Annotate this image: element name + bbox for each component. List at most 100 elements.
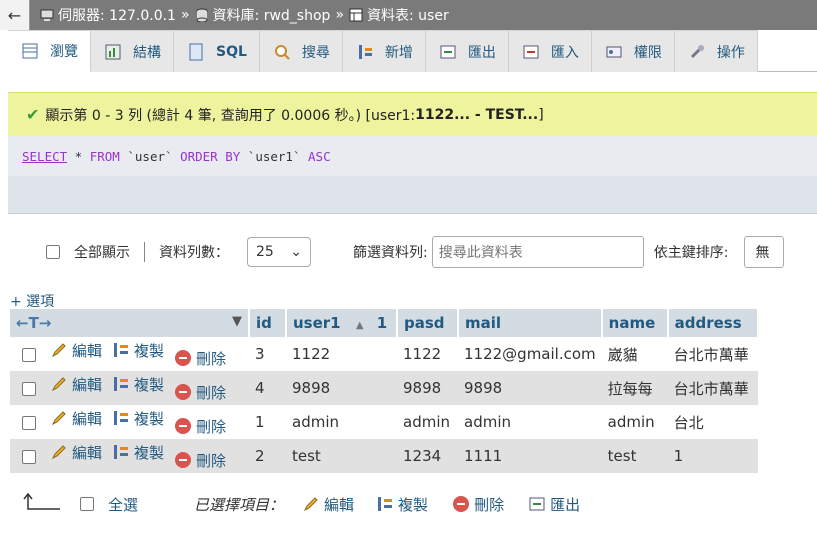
sql-select-keyword[interactable]: SELECT <box>22 149 67 164</box>
checkmark-icon: ✔ <box>26 105 40 124</box>
tab-import[interactable]: 匯入 <box>508 30 592 72</box>
cell-pasd[interactable]: 9898 <box>397 371 458 405</box>
cell-name[interactable]: 崴貓 <box>601 337 668 371</box>
cell-pasd[interactable]: admin <box>397 405 458 439</box>
row-actions: 編輯 複製 刪除 <box>10 439 249 473</box>
cell-id[interactable]: 4 <box>249 371 286 405</box>
row-delete-button[interactable]: 刪除 <box>174 348 226 369</box>
sql-asc-keyword: ASC <box>308 148 331 164</box>
column-id[interactable]: id <box>249 309 287 337</box>
bulk-copy-button[interactable]: 複製 <box>376 494 428 515</box>
tab-export[interactable]: 匯出 <box>425 30 509 72</box>
breadcrumb-separator: » <box>335 7 345 23</box>
options-link[interactable]: + 選項 <box>10 291 54 311</box>
row-edit-button[interactable]: 編輯 <box>50 408 102 429</box>
cell-user1[interactable]: test <box>286 439 397 473</box>
cell-user1[interactable]: admin <box>286 405 397 439</box>
bulk-edit-button[interactable]: 編輯 <box>302 494 354 515</box>
row-edit-button[interactable]: 編輯 <box>50 340 102 361</box>
sort-select[interactable]: 無 <box>744 236 785 268</box>
cell-name[interactable]: test <box>601 439 668 473</box>
row-checkbox[interactable] <box>22 381 36 396</box>
breadcrumb-table[interactable]: 資料表: user <box>367 5 449 25</box>
cell-user1[interactable]: 1122 <box>286 337 397 371</box>
row-copy-button[interactable]: 複製 <box>112 442 164 463</box>
column-arrows[interactable]: ←T→ <box>16 314 51 332</box>
delete-icon <box>174 451 192 469</box>
column-address[interactable]: address <box>667 309 759 337</box>
sql-icon <box>186 42 206 62</box>
cell-pasd[interactable]: 1122 <box>397 337 458 371</box>
cell-mail[interactable]: 1111 <box>458 439 602 473</box>
cell-id[interactable]: 1 <box>249 405 286 439</box>
cell-address[interactable]: 台北 <box>667 405 758 439</box>
copy-icon <box>112 409 130 427</box>
row-delete-button[interactable]: 刪除 <box>174 416 226 437</box>
sort-order: 1 <box>376 314 388 332</box>
column-pasd[interactable]: pasd <box>397 309 459 337</box>
dropdown-icon[interactable]: ▼ <box>232 314 242 329</box>
cell-mail[interactable]: 9898 <box>458 371 602 405</box>
select-all-label[interactable]: 全選 <box>108 494 138 515</box>
tab-insert[interactable]: 新增 <box>342 30 426 72</box>
cell-pasd[interactable]: 1234 <box>397 439 458 473</box>
column-mail[interactable]: mail <box>458 309 603 337</box>
breadcrumb-database[interactable]: 資料庫: rwd_shop <box>213 5 331 25</box>
filter-placeholder: 搜尋此資料表 <box>438 245 523 261</box>
cell-address[interactable]: 台北市萬華 <box>667 371 758 405</box>
row-actions: 編輯 複製 刪除 <box>10 371 249 405</box>
cell-id[interactable]: 2 <box>249 439 286 473</box>
row-copy-button[interactable]: 複製 <box>112 340 164 361</box>
cell-name[interactable]: 拉每每 <box>601 371 668 405</box>
row-edit-button[interactable]: 編輯 <box>50 442 102 463</box>
cell-address[interactable]: 台北市萬華 <box>667 337 758 371</box>
tab-browse[interactable]: 瀏覽 <box>8 30 91 72</box>
row-delete-button[interactable]: 刪除 <box>174 450 226 471</box>
row-delete-label: 刪除 <box>196 383 227 402</box>
bulk-export-button[interactable]: 匯出 <box>528 494 580 515</box>
row-edit-label: 編輯 <box>72 375 103 394</box>
cell-mail[interactable]: admin <box>458 405 602 439</box>
tab-bar: 瀏覽 結構 SQL 搜尋 新增 匯出 匯入 權限 操作 <box>8 30 817 72</box>
column-name[interactable]: name <box>601 309 669 337</box>
sql-from-keyword: FROM <box>89 148 120 164</box>
cell-address[interactable]: 1 <box>667 439 758 473</box>
cell-user1[interactable]: 9898 <box>286 371 397 405</box>
success-message: ✔ 顯示第 0 - 3 列 (總計 4 筆, 查詢用了 0.0006 秒。) [… <box>8 92 817 136</box>
breadcrumb-server[interactable]: 伺服器: 127.0.0.1 <box>58 5 176 25</box>
row-checkbox[interactable] <box>22 449 36 464</box>
row-delete-button[interactable]: 刪除 <box>174 382 226 403</box>
row-checkbox[interactable] <box>22 347 36 362</box>
cell-mail[interactable]: 1122@gmail.com <box>458 337 602 371</box>
tab-privileges[interactable]: 權限 <box>591 30 675 72</box>
row-edit-label: 編輯 <box>72 409 103 428</box>
sort-label: 依主鍵排序: <box>653 245 729 261</box>
cell-name[interactable]: admin <box>601 405 668 439</box>
tab-operations[interactable]: 操作 <box>674 30 758 72</box>
row-copy-button[interactable]: 複製 <box>112 408 164 429</box>
tab-search[interactable]: 搜尋 <box>259 30 343 72</box>
divider <box>144 242 145 262</box>
table-row: 編輯 複製 刪除 4 9898 9898 9898 拉每每 台北市萬華 <box>10 371 758 405</box>
bulk-delete-label: 刪除 <box>474 495 505 514</box>
row-checkbox[interactable] <box>22 415 36 430</box>
import-icon <box>521 42 541 62</box>
table-row: 編輯 複製 刪除 3 1122 1122 1122@gmail.com 崴貓 台北市萬華 <box>10 337 758 371</box>
rows-select[interactable]: 25 ⌄ <box>247 237 311 267</box>
copy-icon <box>112 341 130 359</box>
show-all-checkbox[interactable] <box>46 245 60 259</box>
row-edit-button[interactable]: 編輯 <box>50 374 102 395</box>
select-all-checkbox[interactable] <box>80 497 94 511</box>
tab-sql[interactable]: SQL <box>174 30 260 72</box>
row-copy-button[interactable]: 複製 <box>112 374 164 395</box>
back-button[interactable]: ← <box>0 0 30 30</box>
tab-structure[interactable]: 結構 <box>91 30 174 72</box>
bulk-delete-button[interactable]: 刪除 <box>452 494 504 515</box>
server-icon <box>40 8 54 22</box>
cell-id[interactable]: 3 <box>249 337 286 371</box>
column-user1[interactable]: user1 ▲ 1 <box>286 309 398 337</box>
show-all-label: 全部顯示 <box>74 245 130 261</box>
filter-input[interactable]: 搜尋此資料表 <box>431 236 644 268</box>
tab-export-label: 匯出 <box>467 44 496 61</box>
breadcrumb: 伺服器: 127.0.0.1 » 資料庫: rwd_shop » 資料表: us… <box>40 5 449 25</box>
